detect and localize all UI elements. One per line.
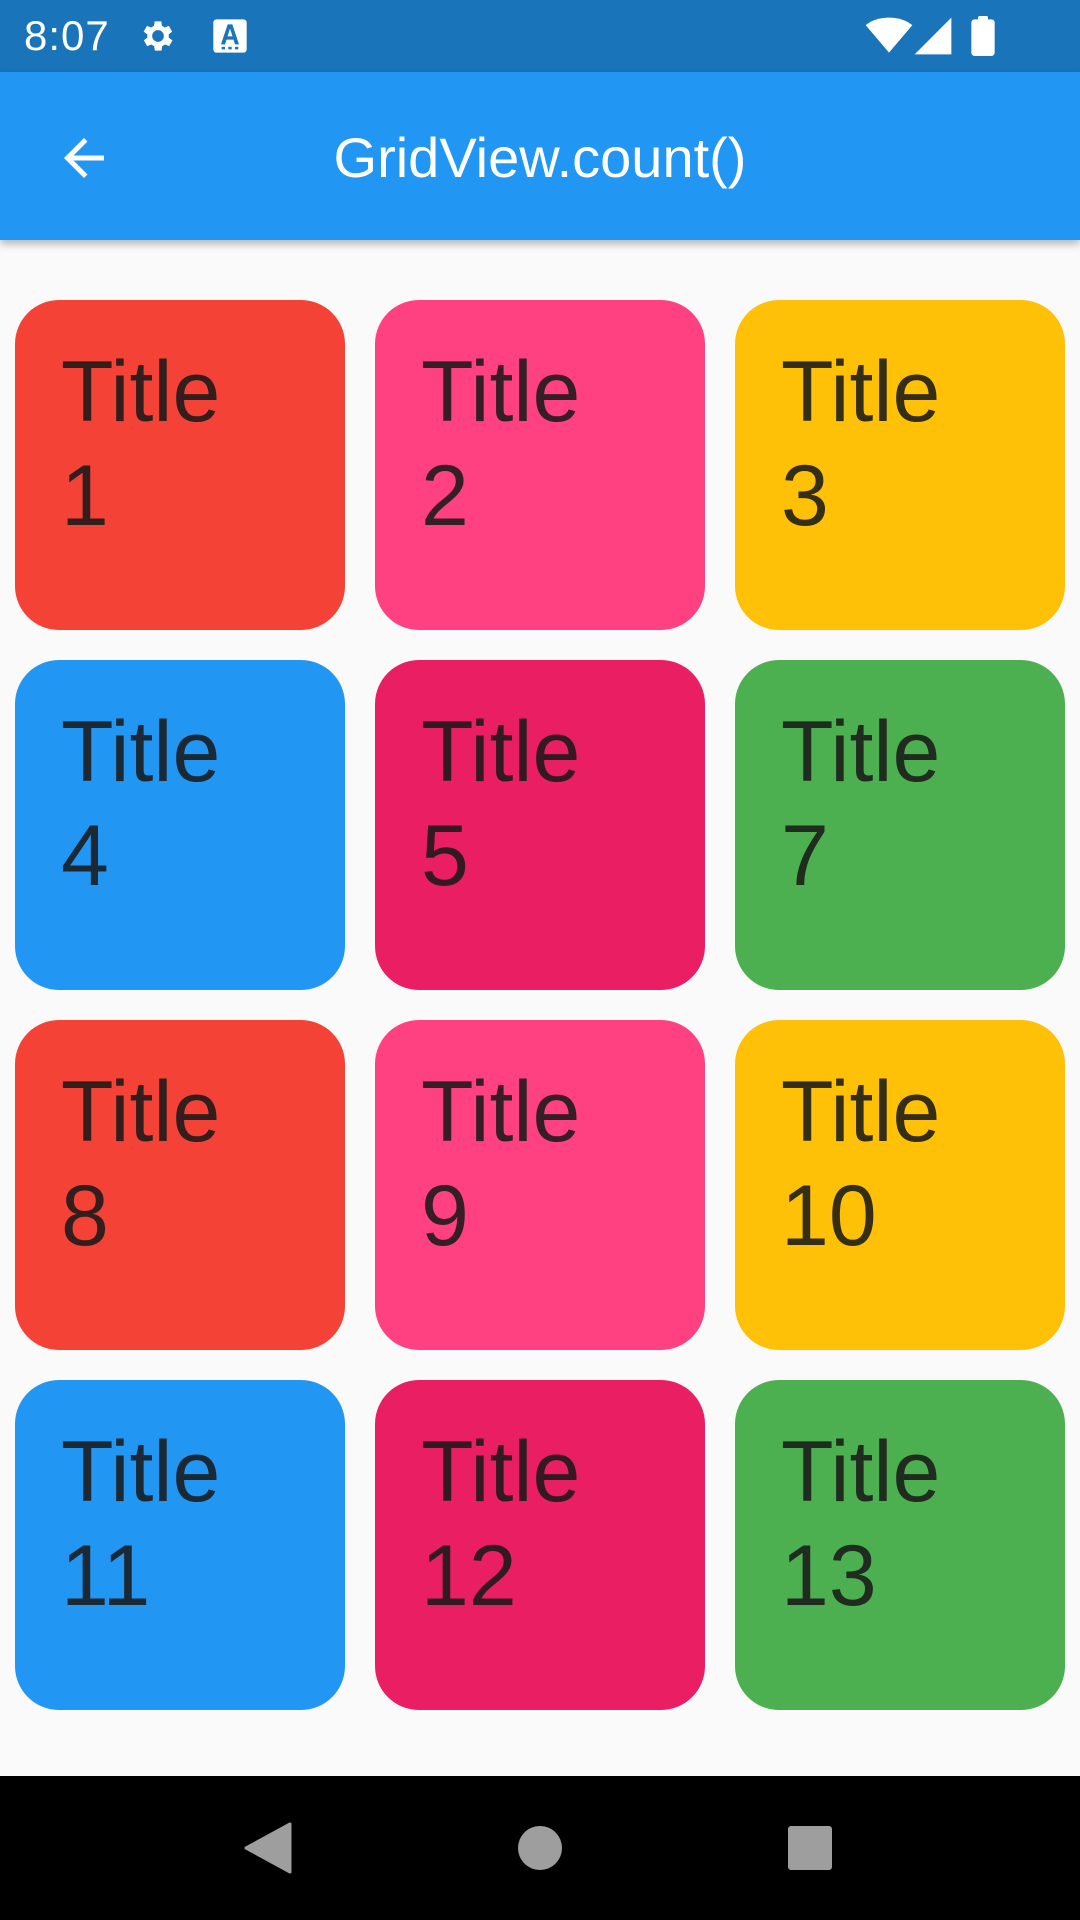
keyboard-a-icon bbox=[213, 19, 247, 53]
nav-home-icon bbox=[518, 1826, 562, 1870]
grid-tile-label: Title 9 bbox=[421, 1064, 581, 1264]
grid-tile[interactable]: Title 4 bbox=[15, 660, 345, 990]
grid-tile[interactable]: Title 12 bbox=[375, 1380, 705, 1710]
grid-tile[interactable]: Title 11 bbox=[15, 1380, 345, 1710]
grid-tile-label: Title 5 bbox=[421, 704, 581, 904]
nav-home-button[interactable] bbox=[504, 1812, 576, 1884]
nav-back-button[interactable] bbox=[232, 1812, 304, 1884]
navigation-bar bbox=[0, 1776, 1080, 1920]
grid-tile-label: Title 1 bbox=[61, 344, 221, 544]
app-bar: GridView.count() bbox=[0, 72, 1080, 240]
grid-tile[interactable]: Title 9 bbox=[375, 1020, 705, 1350]
status-time: 8:07 bbox=[24, 12, 110, 59]
nav-back-icon bbox=[244, 1822, 292, 1874]
signal-icon bbox=[914, 17, 952, 55]
status-bar: 8:07 bbox=[0, 0, 1080, 72]
grid-tile-label: Title 8 bbox=[61, 1064, 221, 1264]
wifi-icon bbox=[865, 17, 913, 53]
grid-tile-label: Title 7 bbox=[781, 704, 941, 904]
grid-tile-label: Title 10 bbox=[781, 1064, 941, 1264]
battery-icon bbox=[971, 16, 995, 56]
nav-recents-button[interactable] bbox=[774, 1812, 846, 1884]
grid-tile[interactable]: Title 5 bbox=[375, 660, 705, 990]
grid-tile[interactable]: Title 10 bbox=[735, 1020, 1065, 1350]
page-title: GridView.count() bbox=[333, 126, 747, 189]
grid-tile-label: Title 11 bbox=[61, 1424, 221, 1624]
grid-tile-label: Title 13 bbox=[781, 1424, 941, 1624]
gear-icon bbox=[143, 21, 173, 51]
grid-tile[interactable]: Title 1 bbox=[15, 300, 345, 630]
grid-tile[interactable]: Title 3 bbox=[735, 300, 1065, 630]
nav-recents-icon bbox=[788, 1826, 832, 1870]
grid-tile[interactable]: Title 7 bbox=[735, 660, 1065, 990]
grid-view: Title 1 Title 2 Title 3 Title 4 Title 5 Title… bbox=[15, 300, 1065, 1710]
grid-tile[interactable]: Title 2 bbox=[375, 300, 705, 630]
grid-tile[interactable]: Title 13 bbox=[735, 1380, 1065, 1710]
grid-tile-label: Title 2 bbox=[421, 344, 581, 544]
grid-tile[interactable]: Title 8 bbox=[15, 1020, 345, 1350]
grid-tile-label: Title 12 bbox=[421, 1424, 581, 1624]
grid-tile-label: Title 4 bbox=[61, 704, 221, 904]
grid-tile-label: Title 3 bbox=[781, 344, 941, 544]
